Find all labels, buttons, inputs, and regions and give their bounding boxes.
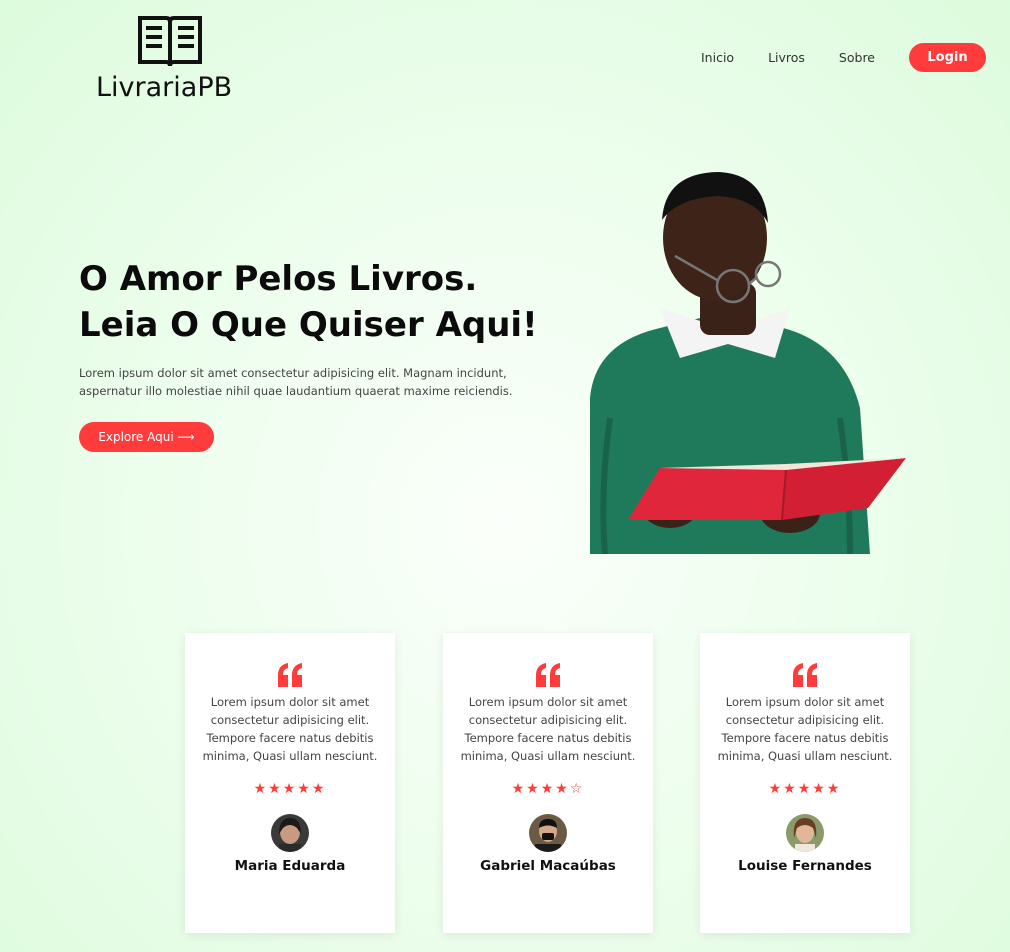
open-book-icon bbox=[138, 16, 202, 67]
hero-description: Lorem ipsum dolor sit amet consectetur a… bbox=[79, 366, 513, 398]
testimonial-text: Lorem ipsum dolor sit amet consectetur a… bbox=[202, 695, 378, 763]
quote-icon bbox=[700, 663, 910, 687]
testimonial-text: Lorem ipsum dolor sit amet consectetur a… bbox=[717, 695, 893, 763]
testimonial-card-3: Lorem ipsum dolor sit amet consectetur a… bbox=[700, 633, 910, 933]
star-rating: ★★★★☆ bbox=[511, 781, 585, 797]
hero-title-line2: Leia O Que Quiser Aqui! bbox=[79, 305, 538, 345]
star-rating: ★★★★★ bbox=[768, 781, 842, 797]
avatar bbox=[786, 814, 824, 852]
main-nav: Inicio Livros Sobre Login bbox=[701, 43, 986, 72]
nav-link-inicio[interactable]: Inicio bbox=[701, 50, 734, 65]
avatar bbox=[529, 814, 567, 852]
hero-reader-illustration bbox=[590, 172, 906, 554]
explore-button[interactable]: Explore Aqui ⟶ bbox=[79, 422, 214, 452]
testimonial-card-1: Lorem ipsum dolor sit amet consectetur a… bbox=[185, 633, 395, 933]
testimonial-text: Lorem ipsum dolor sit amet consectetur a… bbox=[460, 695, 636, 763]
star-rating: ★★★★★ bbox=[253, 781, 327, 797]
hero-title: O Amor Pelos Livros. Leia O Que Quiser A… bbox=[79, 256, 559, 348]
login-button[interactable]: Login bbox=[909, 43, 986, 72]
quote-icon bbox=[185, 663, 395, 687]
nav-link-livros[interactable]: Livros bbox=[768, 50, 805, 65]
reviewer-name: Gabriel Macaúbas bbox=[480, 858, 616, 874]
nav-link-sobre[interactable]: Sobre bbox=[839, 50, 875, 65]
reviewer-name: Louise Fernandes bbox=[738, 858, 872, 874]
quote-icon bbox=[443, 663, 653, 687]
hero-title-line1: O Amor Pelos Livros. bbox=[79, 259, 478, 299]
reviewer-name: Maria Eduarda bbox=[234, 858, 346, 874]
brand-logo[interactable]: LivrariaPB bbox=[96, 12, 246, 103]
avatar bbox=[271, 814, 309, 852]
brand-name: LivrariaPB bbox=[96, 72, 233, 103]
testimonial-card-2: Lorem ipsum dolor sit amet consectetur a… bbox=[443, 633, 653, 933]
